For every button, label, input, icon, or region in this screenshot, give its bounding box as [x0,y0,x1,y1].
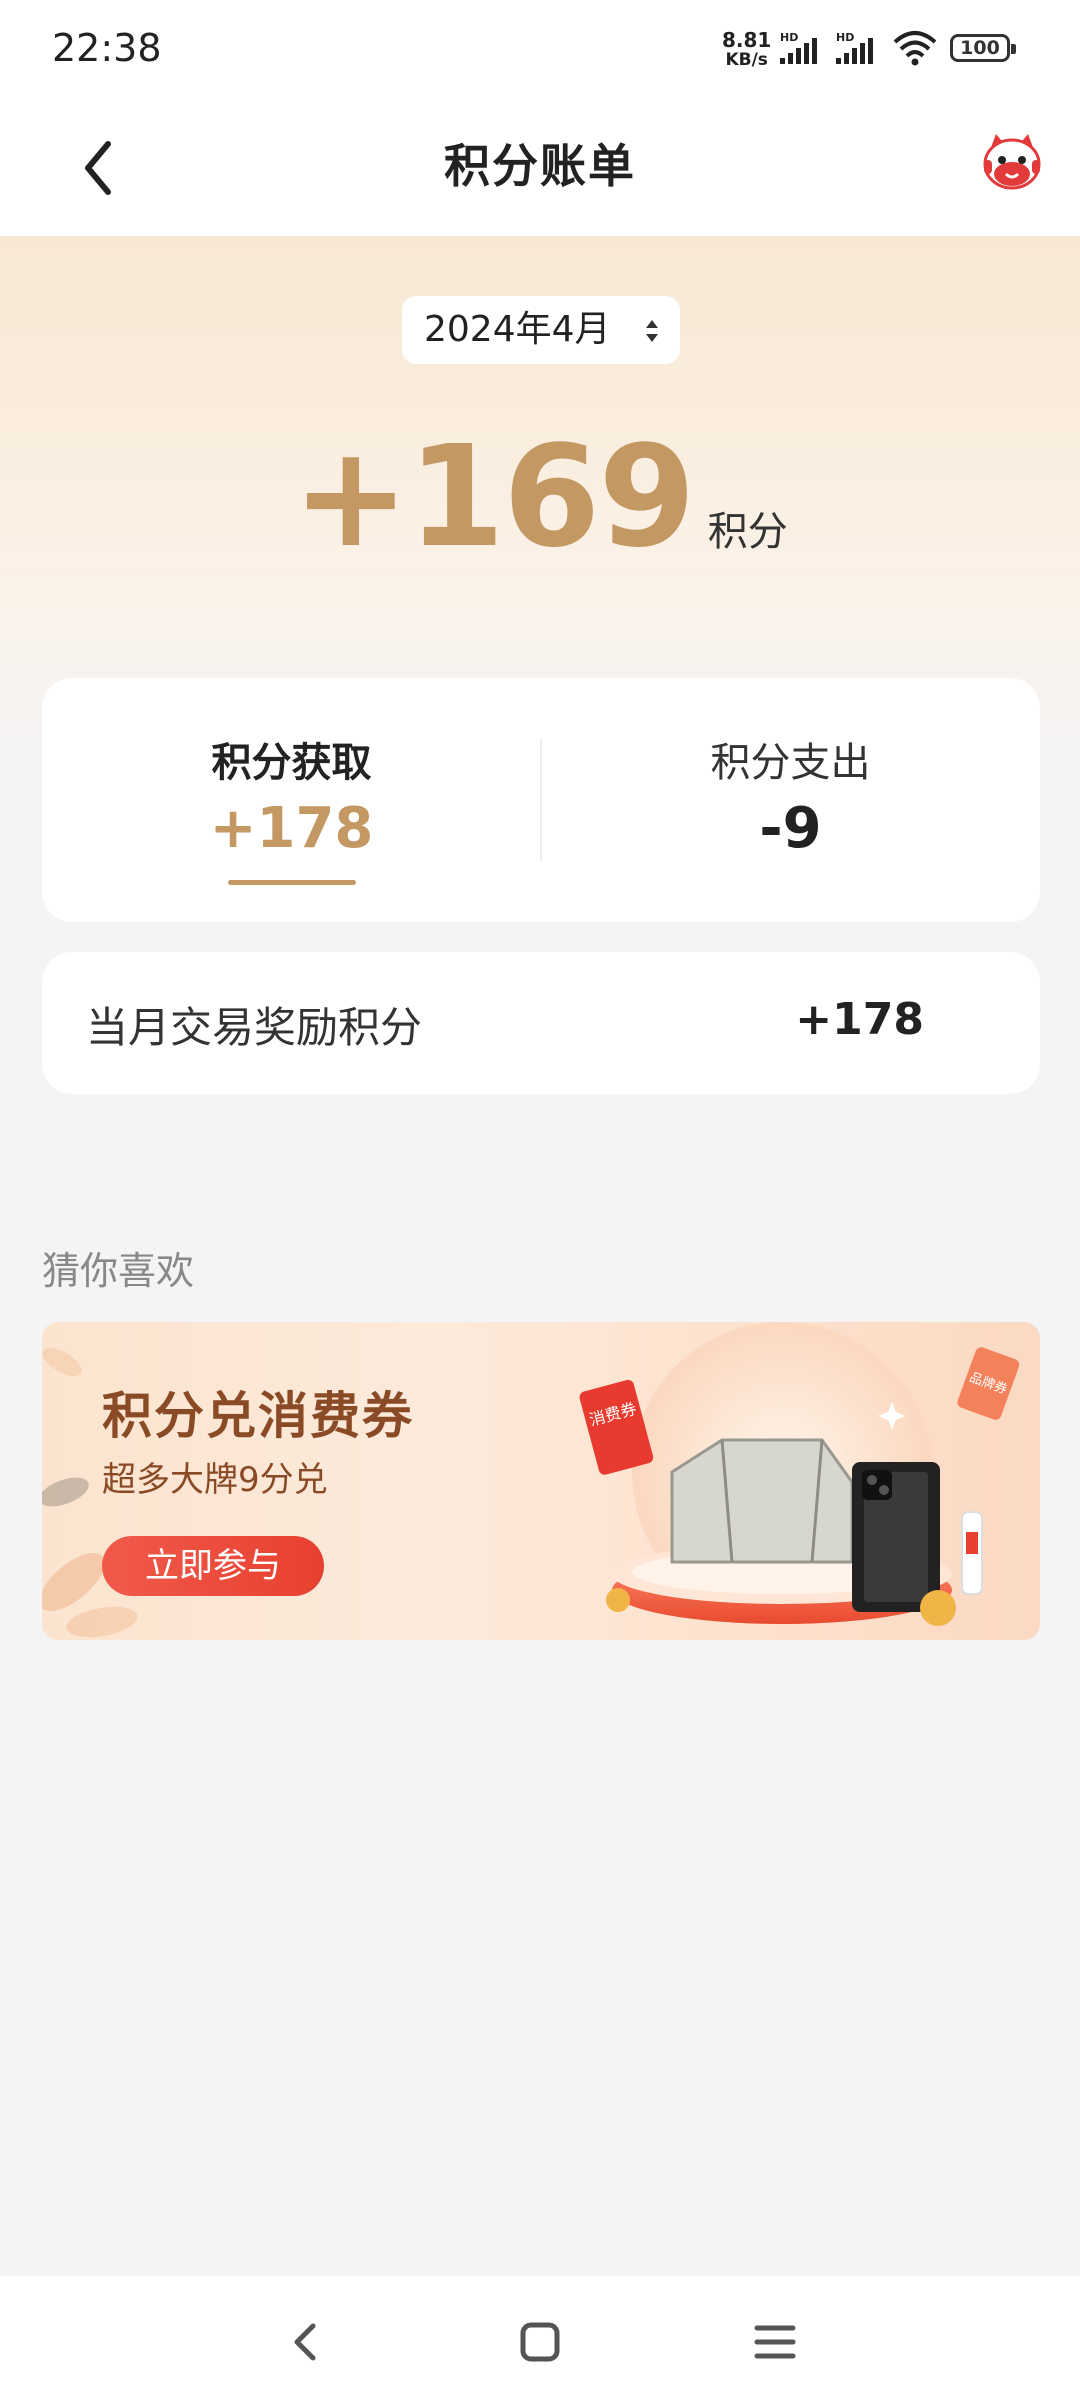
points-tabs-card: 积分获取 +178 积分支出 -9 [42,678,1040,922]
signal-label: HD [780,31,798,44]
banner-subtitle: 超多大牌9分兑 [102,1460,328,1500]
promo-banner[interactable]: 积分兑消费券 超多大牌9分兑 立即参与 消费券 品牌券 [42,1322,1040,1640]
tab-earn-value: +178 [209,796,374,861]
nav-back-icon[interactable] [275,2312,335,2372]
system-nav-bar [0,2276,1080,2400]
tab-spend-value: -9 [759,796,822,861]
month-label: 2024年4月 [424,309,611,350]
tab-spend[interactable]: 积分支出 -9 [541,678,1040,922]
tab-earn-label: 积分获取 [211,740,372,786]
month-selector[interactable]: 2024年4月 [402,296,680,364]
signal-icon: HD [780,31,817,64]
battery-indicator: 100 [950,34,1016,62]
product-illustration: 消费券 品牌券 [579,1322,1020,1626]
network-speed: 8.81 KB/s [722,30,771,70]
mascot-icon[interactable] [980,130,1044,198]
join-now-button[interactable]: 立即参与 [102,1536,324,1596]
section-title: 猜你喜欢 [42,1249,195,1293]
signal-icon: HD [836,31,873,64]
points-detail-row[interactable]: 当月交易奖励积分 +178 [42,952,1040,1094]
banner-title: 积分兑消费券 [102,1386,414,1445]
detail-value: +178 [795,994,924,1045]
status-bar: 22:38 8.81 KB/s HD HD 100 [0,0,1080,100]
status-time: 22:38 [52,26,162,70]
page-title: 积分账单 [444,139,636,193]
signal-label: HD [836,31,854,44]
sort-arrows-icon [646,320,658,342]
wifi-icon [893,31,937,66]
tab-active-indicator [228,880,356,885]
tab-spend-label: 积分支出 [710,740,871,786]
total-points-value: +169 [292,416,696,579]
tab-earn[interactable]: 积分获取 +178 [42,678,541,922]
nav-menu-icon[interactable] [745,2312,805,2372]
network-speed-unit: KB/s [725,50,768,70]
total-points: +169 积分 [0,416,1080,579]
total-points-unit: 积分 [707,509,788,555]
detail-label: 当月交易奖励积分 [86,1003,423,1052]
nav-home-icon[interactable] [510,2312,570,2372]
nav-bar: 积分账单 [0,100,1080,236]
network-speed-value: 8.81 [722,28,772,52]
